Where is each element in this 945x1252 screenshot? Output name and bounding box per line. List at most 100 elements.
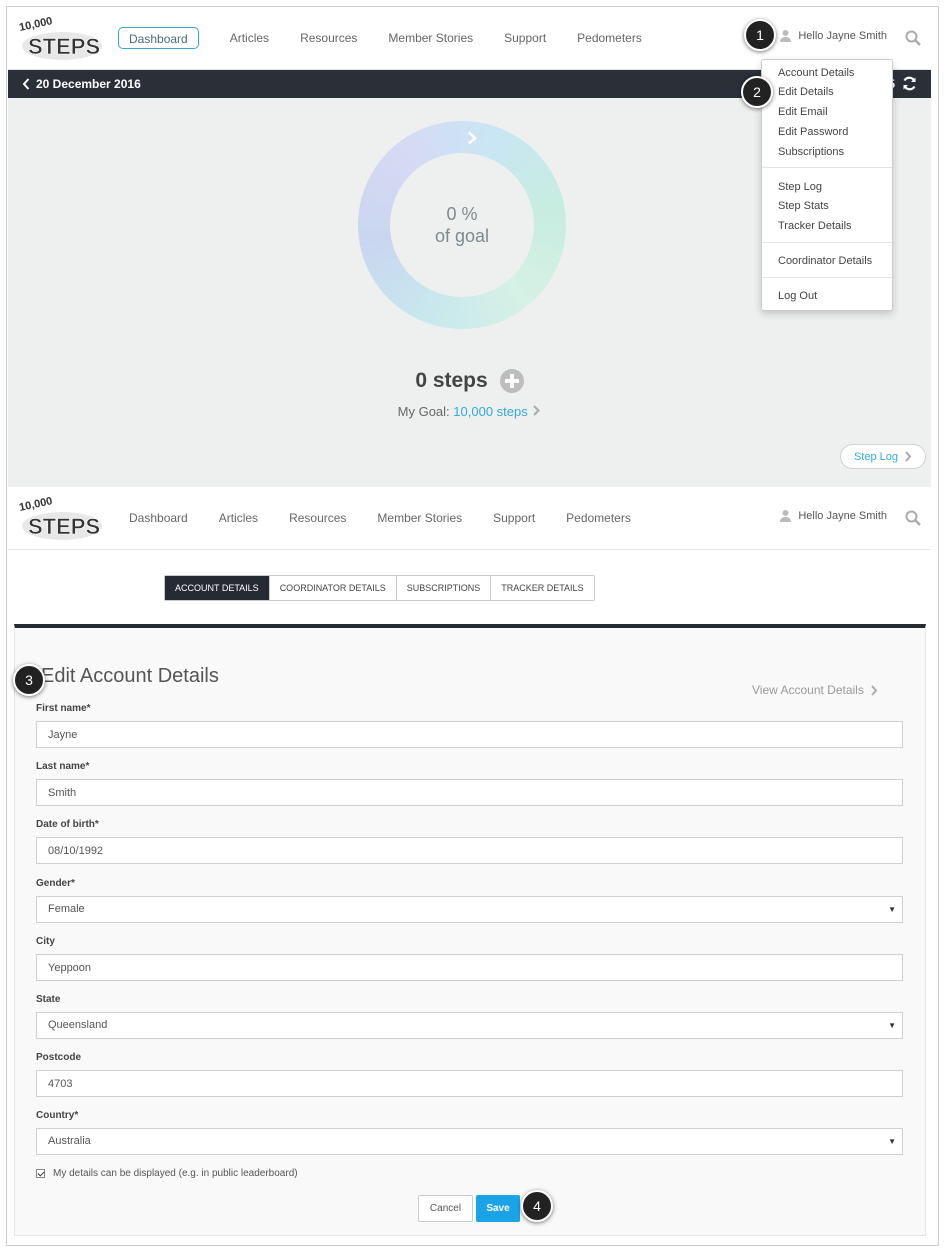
dashboard-pane: 10,000 STEPS Dashboard Articles Resource… — [8, 7, 931, 487]
postcode-label: Postcode — [36, 1052, 82, 1063]
menu-log-out[interactable]: Log Out — [778, 290, 817, 302]
menu-divider — [762, 277, 892, 278]
postcode-input[interactable] — [36, 1070, 903, 1097]
menu-coordinator-details[interactable]: Coordinator Details — [778, 255, 872, 267]
chevron-right-icon — [533, 405, 541, 416]
menu-account-details[interactable]: Account Details — [778, 67, 854, 79]
search-icon[interactable] — [905, 30, 921, 46]
svg-text:STEPS: STEPS — [28, 514, 100, 539]
user-greeting: Hello Jayne Smith — [798, 509, 887, 522]
view-link-label: View Account Details — [752, 683, 864, 697]
refresh-icon[interactable] — [902, 76, 917, 91]
step-badge-3: 3 — [13, 664, 45, 696]
last-name-input[interactable] — [36, 779, 903, 806]
menu-step-log[interactable]: Step Log — [778, 181, 822, 193]
user-greeting: Hello Jayne Smith — [798, 29, 887, 42]
nav-member-stories[interactable]: Member Stories — [388, 27, 473, 49]
tab-account-details[interactable]: ACCOUNT DETAILS — [165, 576, 270, 600]
goal-caption: of goal — [434, 226, 490, 246]
menu-edit-details[interactable]: Edit Details — [778, 86, 834, 98]
chevron-right-icon — [468, 131, 477, 145]
goal-value-link[interactable]: 10,000 steps — [453, 404, 527, 419]
nav-articles[interactable]: Articles — [219, 507, 258, 529]
chevron-right-icon — [905, 451, 912, 462]
dob-label: Date of birth* — [36, 819, 99, 830]
menu-edit-password[interactable]: Edit Password — [778, 126, 848, 138]
first-name-label: First name* — [36, 703, 91, 714]
user-menu-toggle[interactable]: Hello Jayne Smith — [779, 509, 887, 522]
add-steps-icon[interactable] — [499, 369, 524, 393]
dob-input[interactable] — [36, 837, 903, 864]
menu-divider — [762, 242, 892, 243]
svg-text:10,000: 10,000 — [18, 16, 53, 34]
menu-divider — [762, 167, 892, 168]
account-tabs: ACCOUNT DETAILS COORDINATOR DETAILS SUBS… — [164, 575, 595, 601]
public-display-checkbox[interactable] — [36, 1169, 45, 1178]
nav-dashboard[interactable]: Dashboard — [118, 27, 199, 49]
country-select[interactable]: Australia ▼ — [36, 1128, 903, 1155]
nav-pedometers[interactable]: Pedometers — [566, 507, 631, 529]
tab-subscriptions[interactable]: SUBSCRIPTIONS — [397, 576, 492, 600]
nav-resources[interactable]: Resources — [289, 507, 346, 529]
screenshot-frame: 10,000 STEPS Dashboard Articles Resource… — [6, 6, 939, 1246]
caret-down-icon: ▼ — [888, 1021, 896, 1030]
steps-value: 0 steps — [415, 369, 488, 392]
menu-edit-email[interactable]: Edit Email — [778, 106, 828, 118]
step-log-button[interactable]: Step Log — [840, 444, 926, 469]
country-value: Australia — [48, 1135, 91, 1147]
city-input[interactable] — [36, 954, 903, 981]
menu-step-stats[interactable]: Step Stats — [778, 200, 829, 212]
goal-line: My Goal: 10,000 steps — [8, 404, 931, 419]
nav-menu: Dashboard Articles Resources Member Stor… — [118, 507, 662, 529]
steps-total: 0 steps — [8, 369, 931, 393]
ring-center: 0 % of goal — [390, 153, 534, 297]
user-menu-toggle[interactable]: Hello Jayne Smith — [779, 29, 887, 42]
goal-percent: 0 % — [446, 204, 478, 224]
public-display-label: My details can be displayed (e.g. in pub… — [53, 1168, 298, 1179]
tab-tracker-details[interactable]: TRACKER DETAILS — [491, 576, 593, 600]
svg-text:10,000: 10,000 — [18, 496, 53, 514]
caret-down-icon: ▼ — [888, 905, 896, 914]
top-nav: 10,000 STEPS Dashboard Articles Resource… — [8, 487, 931, 550]
goal-label: My Goal: — [397, 404, 450, 419]
cancel-button[interactable]: Cancel — [418, 1195, 473, 1222]
nav-dashboard[interactable]: Dashboard — [129, 507, 188, 529]
save-button[interactable]: Save — [476, 1195, 520, 1222]
svg-text:STEPS: STEPS — [28, 34, 100, 59]
nav-resources[interactable]: Resources — [300, 27, 357, 49]
date-nav[interactable]: 20 December 2016 — [22, 77, 141, 91]
account-dropdown-menu: Account Details Edit Details Edit Email … — [761, 59, 893, 311]
city-label: City — [36, 936, 55, 947]
menu-tracker-details[interactable]: Tracker Details — [778, 220, 852, 232]
menu-subscriptions[interactable]: Subscriptions — [778, 146, 844, 158]
brand-logo[interactable]: 10,000 STEPS — [14, 496, 104, 542]
gender-value: Female — [48, 903, 85, 915]
gender-select[interactable]: Female ▼ — [36, 896, 903, 923]
view-account-details-link[interactable]: View Account Details — [752, 683, 878, 697]
nav-articles[interactable]: Articles — [230, 27, 269, 49]
nav-support[interactable]: Support — [504, 27, 546, 49]
first-name-input[interactable] — [36, 721, 903, 748]
tab-coordinator-details[interactable]: COORDINATOR DETAILS — [270, 576, 397, 600]
brand-logo[interactable]: 10,000 STEPS — [14, 16, 104, 62]
step-log-label: Step Log — [853, 450, 899, 463]
state-select[interactable]: Queensland ▼ — [36, 1012, 903, 1039]
user-icon — [780, 510, 792, 522]
public-display-option: My details can be displayed (e.g. in pub… — [36, 1168, 298, 1179]
nav-member-stories[interactable]: Member Stories — [377, 507, 462, 529]
last-name-label: Last name* — [36, 761, 90, 772]
country-label: Country* — [36, 1110, 79, 1121]
caret-down-icon: ▼ — [888, 1137, 896, 1146]
chevron-left-icon — [22, 78, 30, 90]
edit-account-pane: 10,000 STEPS Dashboard Articles Resource… — [8, 487, 931, 1245]
goal-progress-ring: 0 % of goal — [358, 121, 566, 329]
nav-menu: Dashboard Articles Resources Member Stor… — [118, 27, 673, 49]
current-date: 20 December 2016 — [36, 77, 141, 91]
nav-support[interactable]: Support — [493, 507, 535, 529]
state-value: Queensland — [48, 1019, 108, 1031]
step-badge-4: 4 — [521, 1190, 553, 1222]
search-icon[interactable] — [905, 510, 921, 526]
nav-pedometers[interactable]: Pedometers — [577, 27, 642, 49]
user-icon — [780, 30, 792, 42]
chevron-right-icon — [871, 684, 878, 696]
